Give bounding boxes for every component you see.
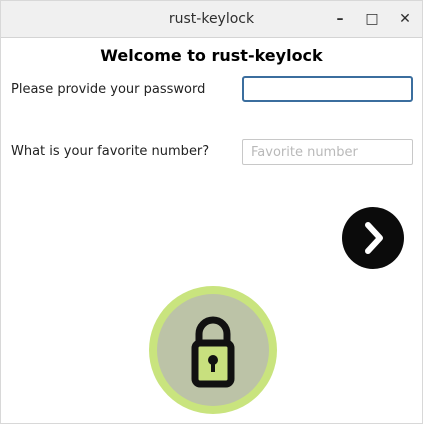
app-window: rust-keylock – □ ✕ Welcome to rust-keylo… bbox=[0, 0, 423, 424]
lock-badge-inner bbox=[157, 294, 269, 406]
window-title: rust-keylock bbox=[168, 11, 255, 27]
next-button[interactable] bbox=[342, 207, 404, 269]
favorite-number-label: What is your favorite number? bbox=[11, 144, 210, 159]
padlock-icon bbox=[191, 316, 235, 388]
maximize-button[interactable]: □ bbox=[362, 9, 382, 29]
title-bar[interactable]: rust-keylock – □ ✕ bbox=[1, 1, 422, 38]
password-field[interactable] bbox=[242, 76, 413, 102]
page-title: Welcome to rust-keylock bbox=[100, 46, 323, 65]
favorite-number-field[interactable] bbox=[242, 139, 413, 165]
password-label: Please provide your password bbox=[11, 82, 206, 97]
minimize-button[interactable]: – bbox=[330, 9, 350, 29]
close-button[interactable]: ✕ bbox=[395, 9, 415, 29]
lock-badge bbox=[149, 286, 277, 414]
chevron-right-icon bbox=[365, 222, 383, 254]
